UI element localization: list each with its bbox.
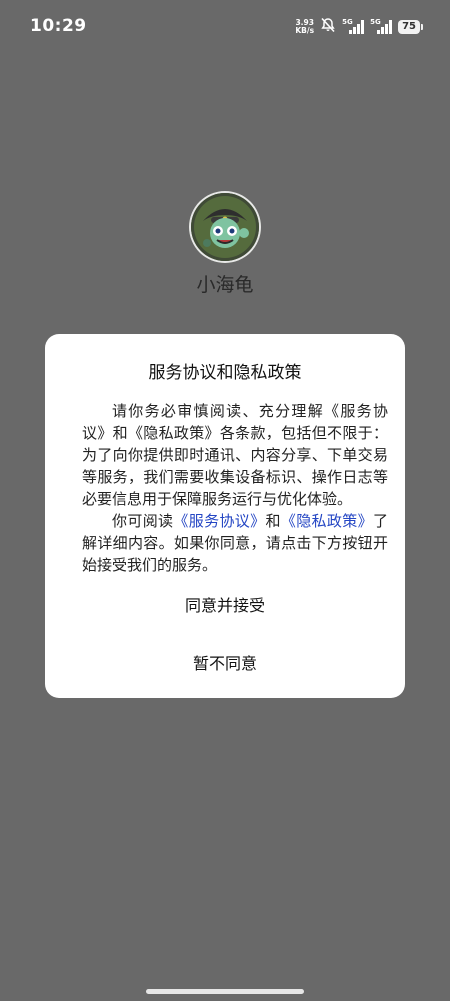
status-bar: 10:29 3.93 KB/s 5G 5G 75 (0, 0, 450, 54)
dialog-body: 请你务必审慎阅读、充分理解《服务协议》和《隐私政策》各条款，包括但不限于：为了向… (82, 400, 388, 576)
privacy-policy-link[interactable]: 《隐私政策》 (281, 512, 373, 530)
dialog-paragraph-1: 请你务必审慎阅读、充分理解《服务协议》和《隐私政策》各条款，包括但不限于：为了向… (82, 402, 388, 508)
decline-button[interactable]: 暂不同意 (45, 650, 405, 674)
bell-slash-icon (320, 17, 336, 37)
network-speed-unit: KB/s (295, 26, 315, 35)
paragraph-2-prefix: 你可阅读 (112, 512, 174, 530)
signal-bars-icon-1: 5G (342, 18, 365, 34)
signal-bars-icon-2: 5G (370, 18, 393, 34)
privacy-dialog: 服务协议和隐私政策 请你务必审慎阅读、充分理解《服务协议》和《隐私政策》各条款，… (45, 334, 405, 698)
paragraph-2-and: 和 (265, 512, 281, 530)
turtle-avatar-icon (191, 193, 259, 261)
status-time: 10:29 (30, 16, 87, 36)
home-indicator[interactable] (146, 989, 304, 994)
network-speed: 3.93 KB/s (295, 19, 314, 35)
app-name: 小海龟 (196, 274, 254, 296)
dialog-paragraph-2: 你可阅读《服务协议》和《隐私政策》了解详细内容。如果你同意，请点击下方按钮开始接… (82, 510, 388, 576)
status-icons: 3.93 KB/s 5G 5G 75 (295, 17, 423, 37)
app-avatar (189, 191, 261, 263)
dialog-title: 服务协议和隐私政策 (148, 363, 302, 383)
accept-button[interactable]: 同意并接受 (45, 592, 405, 616)
battery-indicator: 75 (398, 20, 423, 34)
service-agreement-link[interactable]: 《服务协议》 (173, 512, 265, 530)
